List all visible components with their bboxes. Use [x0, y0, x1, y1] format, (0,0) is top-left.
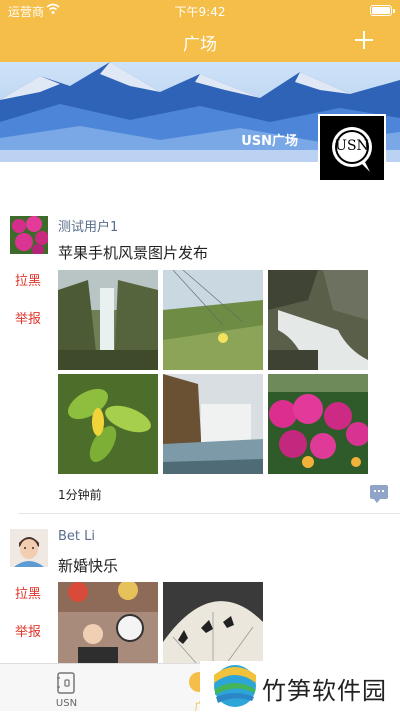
post-photo-flower-field[interactable]: [163, 270, 263, 370]
watermark-logo-icon: [214, 665, 256, 707]
post-divider: [18, 513, 400, 514]
logo-text: USN: [335, 138, 369, 154]
block-button[interactable]: 拉黑: [15, 583, 41, 602]
notebook-icon: [57, 672, 75, 694]
watermark: 竹笋软件园: [200, 661, 400, 711]
avatar[interactable]: [10, 529, 48, 567]
avatar[interactable]: [10, 216, 48, 254]
usn-logo[interactable]: USN: [318, 114, 386, 182]
post-photo-pink-flowers[interactable]: [268, 374, 368, 474]
post-text: 苹果手机风景图片发布: [58, 244, 209, 262]
post-username[interactable]: Bet Li: [58, 529, 95, 544]
post-photo-falls[interactable]: [163, 374, 263, 474]
post-time: 1分钟前: [58, 488, 102, 502]
nav-bar: 广场: [0, 20, 400, 62]
tab-usn[interactable]: USN: [0, 664, 133, 712]
post-photo-waterfall[interactable]: [58, 270, 158, 370]
report-button[interactable]: 举报: [15, 308, 41, 327]
page-title: 广场: [183, 35, 217, 55]
watermark-text: 竹笋软件园: [262, 677, 387, 705]
tab-usn-label: USN: [55, 698, 78, 709]
post-username[interactable]: 测试用户1: [58, 216, 118, 235]
comment-icon[interactable]: [370, 485, 388, 503]
battery-icon: [370, 5, 395, 16]
block-button[interactable]: 拉黑: [15, 270, 41, 289]
post-photo-stream[interactable]: [268, 270, 368, 370]
banner-name: USN广场: [241, 134, 298, 149]
plus-icon[interactable]: [352, 28, 376, 52]
report-button[interactable]: 举报: [15, 621, 41, 640]
post-item: Bet Li 新婚快乐 拉黑 举报: [0, 525, 400, 682]
status-bar: 运营商 下午9:42: [0, 0, 400, 20]
post-item: 测试用户1 苹果手机风景图片发布 拉黑 举报 1分钟前: [0, 212, 400, 512]
status-time: 下午9:42: [174, 5, 226, 19]
post-text: 新婚快乐: [58, 557, 119, 575]
post-photo-leaves[interactable]: [58, 374, 158, 474]
